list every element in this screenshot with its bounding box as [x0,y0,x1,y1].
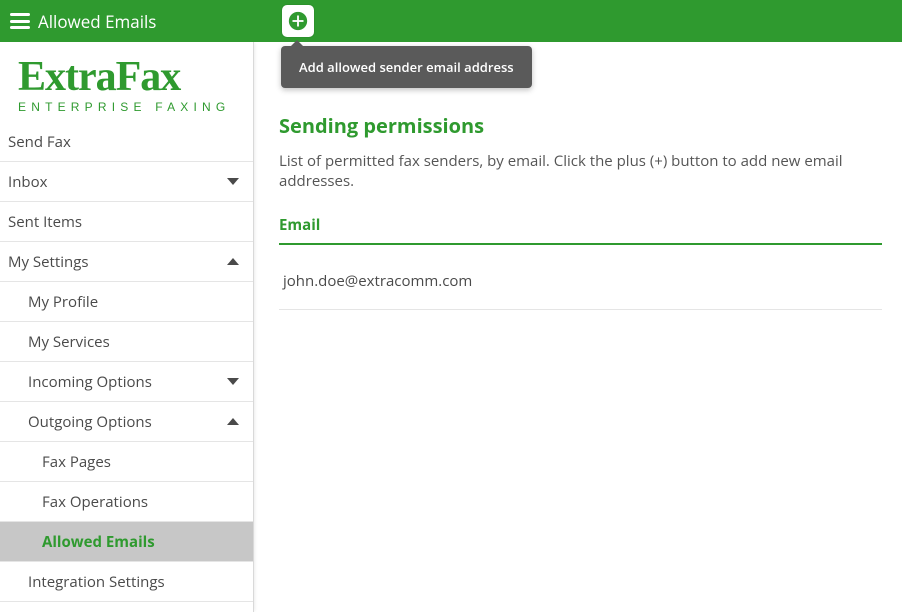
sidebar-item-sent-items[interactable]: Sent Items [0,202,253,242]
sidebar-item-label: Sent Items [8,212,82,232]
plus-circle-icon [287,10,309,32]
chevron-down-icon [227,378,239,385]
sidebar-item-label: Inbox [8,172,47,192]
sidebar-item-label: My Services [28,332,110,352]
section-heading: Sending permissions [279,112,882,139]
layout: ExtraFax ENTERPRISE FAXING Send Fax Inbo… [0,42,902,612]
hamburger-icon[interactable] [10,13,30,29]
sidebar-item-label: Fax Operations [42,492,148,512]
section-description: List of permitted fax senders, by email.… [279,151,882,191]
sidebar-item-label: Allowed Emails [42,532,155,552]
sidebar-item-send-fax[interactable]: Send Fax [0,122,253,162]
sidebar-item-label: Integration Settings [28,572,165,592]
logo-main: ExtraFax [18,56,235,98]
main-content: Sending permissions List of permitted fa… [254,42,902,612]
page-title: Allowed Emails [38,10,156,33]
chevron-up-icon [227,258,239,265]
sidebar: ExtraFax ENTERPRISE FAXING Send Fax Inbo… [0,42,254,612]
sidebar-item-label: My Settings [8,252,89,272]
sidebar-item-integration-settings[interactable]: Integration Settings [0,562,253,602]
sidebar-item-label: Outgoing Options [28,412,152,432]
column-underline [279,243,882,245]
sidebar-item-my-settings[interactable]: My Settings [0,242,253,282]
add-button[interactable] [282,5,314,37]
chevron-down-icon [227,178,239,185]
sidebar-item-label: Incoming Options [28,372,152,392]
table-row[interactable]: john.doe@extracomm.com [279,263,882,310]
sidebar-item-incoming-options[interactable]: Incoming Options [0,362,253,402]
email-cell: john.doe@extracomm.com [283,271,472,291]
sidebar-item-inbox[interactable]: Inbox [0,162,253,202]
logo: ExtraFax ENTERPRISE FAXING [0,42,253,122]
topbar: Allowed Emails [0,0,902,42]
sidebar-item-allowed-emails[interactable]: Allowed Emails [0,522,253,562]
sidebar-item-my-profile[interactable]: My Profile [0,282,253,322]
sidebar-item-my-services[interactable]: My Services [0,322,253,362]
column-header-email: Email [279,215,882,243]
chevron-up-icon [227,418,239,425]
sidebar-item-label: Fax Pages [42,452,111,472]
logo-subtitle: ENTERPRISE FAXING [18,100,235,114]
sidebar-item-fax-operations[interactable]: Fax Operations [0,482,253,522]
sidebar-item-fax-pages[interactable]: Fax Pages [0,442,253,482]
sidebar-item-outgoing-options[interactable]: Outgoing Options [0,402,253,442]
sidebar-item-label: My Profile [28,292,98,312]
sidebar-item-label: Send Fax [8,132,71,152]
